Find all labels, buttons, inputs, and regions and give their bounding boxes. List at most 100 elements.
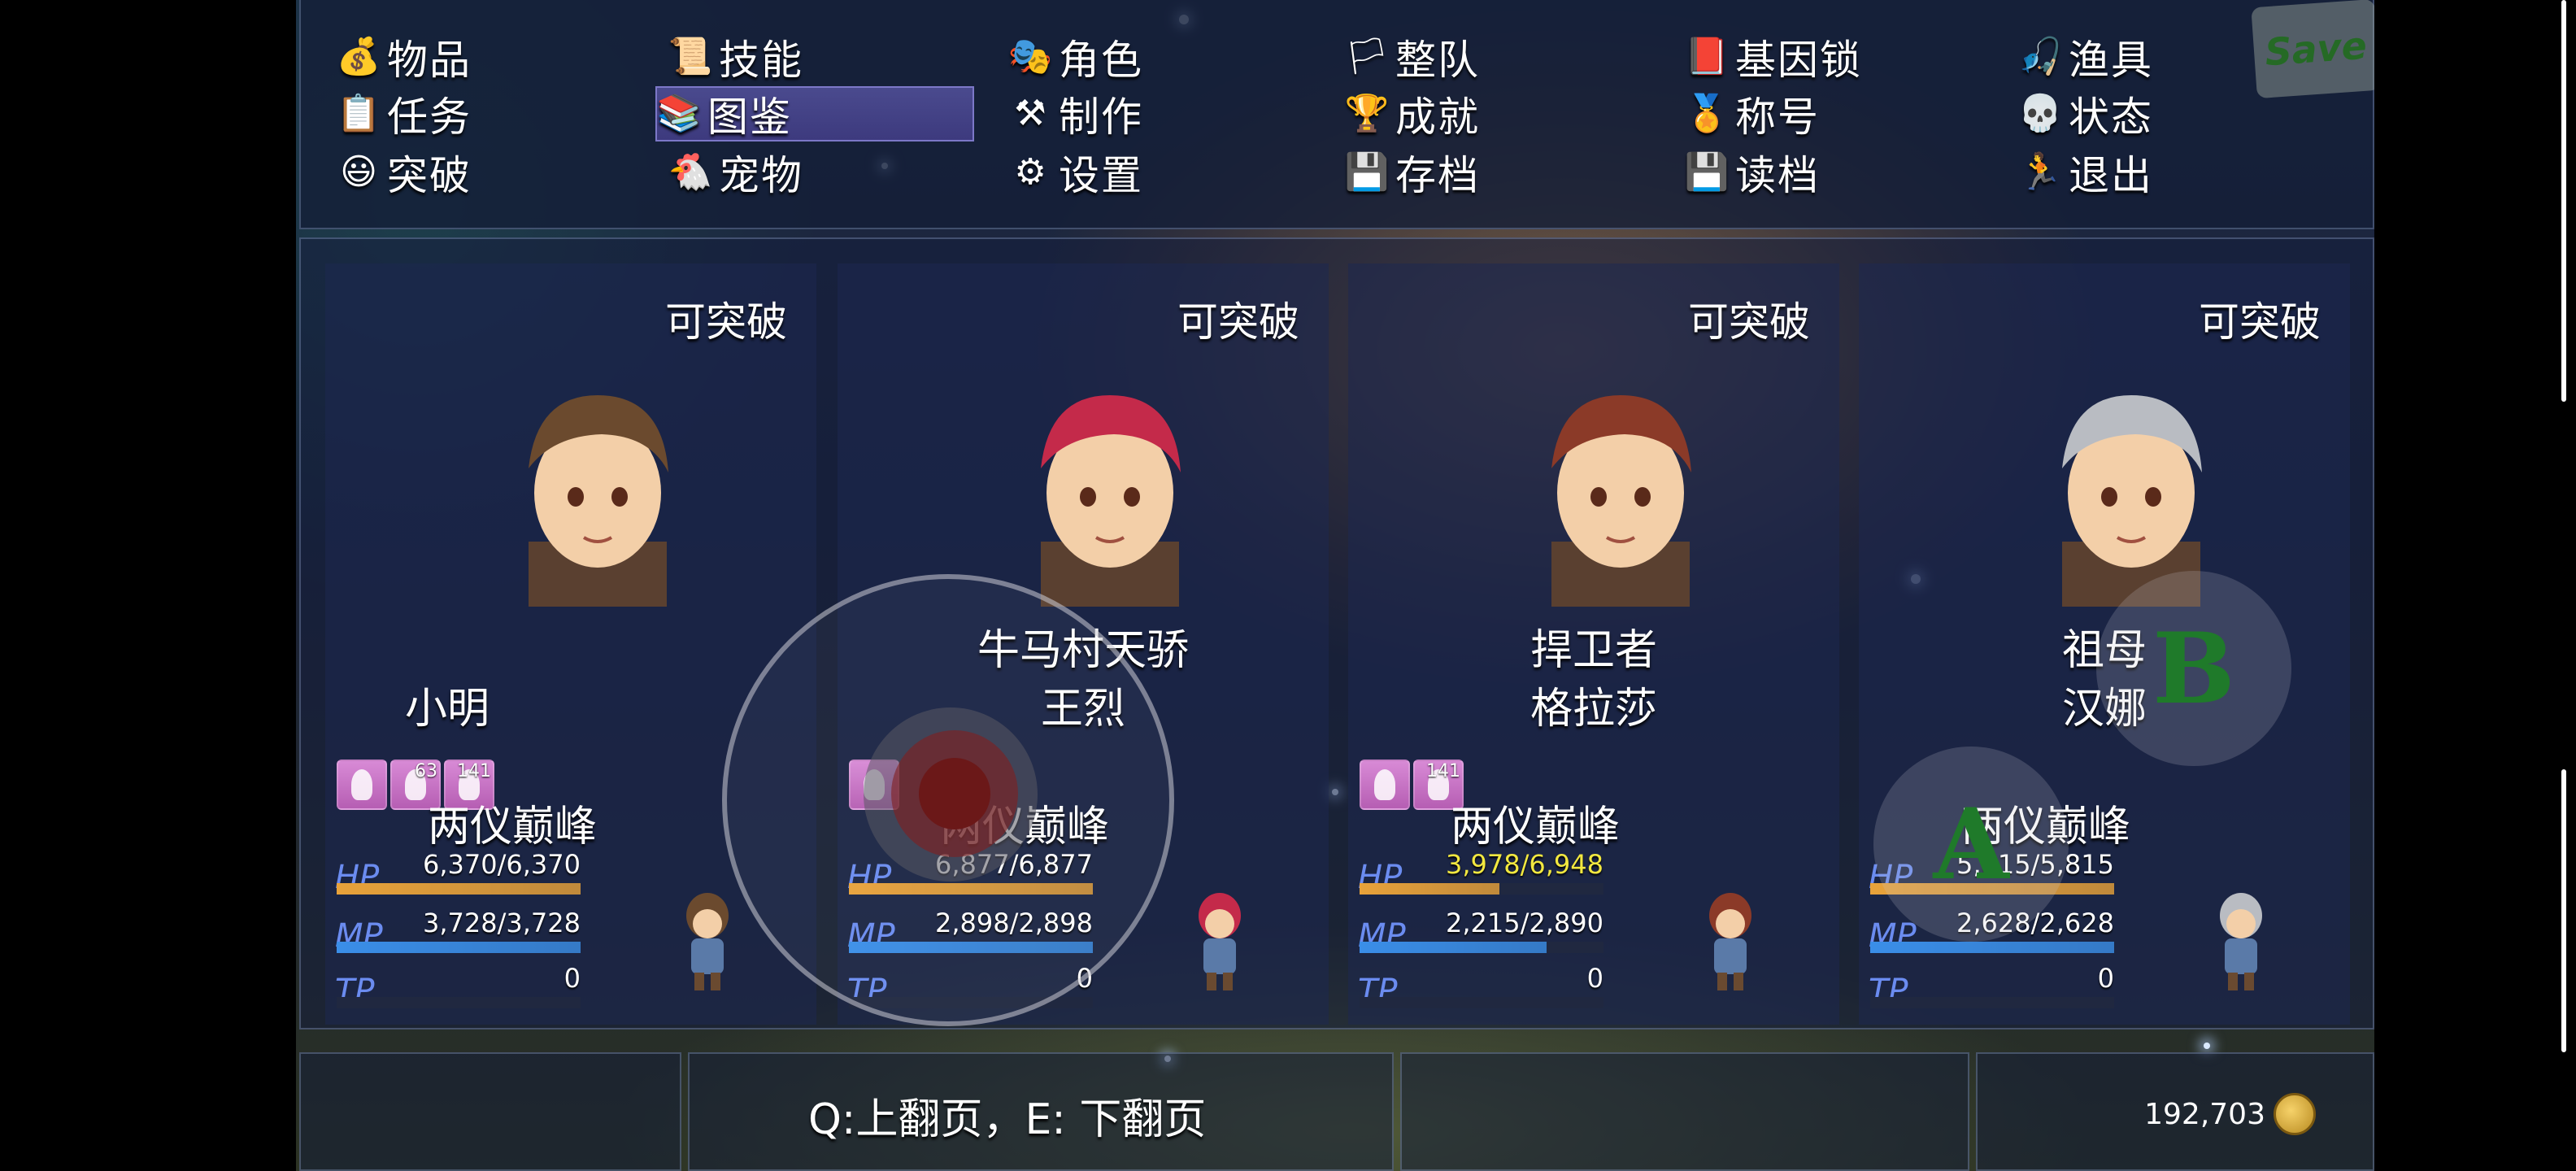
- menu-item[interactable]: 🎭 角色: [1008, 29, 1325, 85]
- menu-item[interactable]: 💰 物品: [337, 29, 654, 85]
- mp-value: 3,728/3,728: [423, 908, 581, 938]
- menu-item-label: 状态: [2069, 94, 2153, 141]
- menu-item[interactable]: 🏅 称号: [1685, 86, 2002, 141]
- gold-display: 192,703: [2144, 1093, 2316, 1135]
- menu-item-label: 渔具: [2069, 37, 2153, 84]
- mp-gauge-fill: [1360, 942, 1547, 953]
- menu-item[interactable]: ⚙ 设置: [1008, 145, 1325, 200]
- mp-value: 2,215/2,890: [1446, 908, 1603, 938]
- breakthrough-status: 可突破: [665, 298, 787, 346]
- menu-item[interactable]: 🏃 退出: [2018, 145, 2335, 200]
- scrollbar-top[interactable]: [2561, 0, 2566, 402]
- menu-item-label: 技能: [719, 37, 803, 84]
- breakthrough-status: 可突破: [1177, 298, 1299, 346]
- character-sprite: [1709, 893, 1751, 990]
- menu-item[interactable]: 😃 突破: [337, 145, 654, 200]
- gear-icon: ⚙: [1014, 151, 1048, 193]
- menu-item-label: 成就: [1395, 94, 1480, 141]
- tp-value: 0: [1586, 963, 1603, 994]
- hp-value: 6,370/6,370: [423, 849, 581, 880]
- character-name: 小明: [404, 685, 490, 734]
- breakthrough-status: 可突破: [2199, 298, 2321, 346]
- menu-item-label: 存档: [1395, 152, 1480, 199]
- footer-cell: [1400, 1052, 1969, 1171]
- theater-mask-icon: 🎭: [1007, 36, 1055, 77]
- tp-gauge: [337, 997, 581, 1008]
- page-flip-hint: Q:上翻页，E: 下翻页: [808, 1095, 1207, 1144]
- chicken-icon: 🐔: [668, 151, 715, 193]
- money-bag-icon: 💰: [336, 36, 383, 77]
- character-title: 捍卫者: [1530, 626, 1657, 675]
- menu-item[interactable]: 📚 图鉴: [655, 86, 974, 141]
- character-name: 格拉莎: [1530, 685, 1657, 734]
- menu-item-label: 称号: [1735, 94, 1820, 141]
- hp-value: 3,978/6,948: [1446, 849, 1603, 880]
- save-button[interactable]: Save: [2251, 0, 2374, 99]
- breakthrough-status: 可突破: [1688, 298, 1810, 346]
- menu-item-label: 突破: [387, 152, 472, 199]
- menu-item[interactable]: 📋 任务: [337, 86, 654, 141]
- state-turns: 141: [1426, 761, 1460, 781]
- gold-coin-icon: [2274, 1093, 2316, 1135]
- star-sparkle: [2204, 1043, 2210, 1049]
- mp-gauge: [1360, 942, 1603, 953]
- virtual-joystick[interactable]: [722, 574, 1174, 1026]
- party-status-panel: 可突破 小明 63 141 两仪巅峰 HP 6,370/6,370 MP 3,728/3…: [299, 237, 2374, 1030]
- menu-item-label: 图鉴: [707, 94, 792, 141]
- menu-item-label: 基因锁: [1735, 37, 1862, 84]
- character-portrait: [2062, 395, 2202, 607]
- encyclopedia-icon: 📚: [656, 93, 703, 134]
- skill-scroll-icon: 📜: [668, 36, 715, 77]
- joystick-knob[interactable]: [919, 758, 990, 829]
- trophy-icon: 🏆: [1344, 93, 1391, 134]
- hp-gauge-fill: [337, 883, 581, 895]
- party-member-card[interactable]: 可突破 捍卫者 格拉莎 141 两仪巅峰 HP 3,978/6,948 MP 2,215…: [1348, 263, 1839, 1025]
- gold-amount: 192,703: [2144, 1097, 2265, 1131]
- menu-item[interactable]: 💾 读档: [1685, 145, 2002, 200]
- hp-gauge: [337, 883, 581, 895]
- button-a-label: A: [1933, 786, 2009, 902]
- virtual-button-b[interactable]: B: [2096, 571, 2291, 766]
- mp-gauge: [1870, 942, 2114, 953]
- menu-item[interactable]: 🐔 宠物: [668, 145, 986, 200]
- menu-item-label: 制作: [1059, 94, 1143, 141]
- character-portrait: [529, 395, 668, 607]
- floppy-disk-icon: 💾: [1344, 151, 1391, 193]
- book-icon: 📕: [1684, 36, 1731, 77]
- menu-item-label: 整队: [1395, 37, 1480, 84]
- quest-scroll-icon: 📋: [336, 93, 383, 134]
- menu-item[interactable]: 🏳 整队: [1344, 29, 1662, 85]
- menu-item[interactable]: 📕 基因锁: [1685, 29, 2002, 85]
- menu-item-label: 角色: [1059, 37, 1143, 84]
- floppy-disk-icon: 💾: [1684, 151, 1731, 193]
- main-menu: 💰 物品 📜 技能 🎭 角色 🏳 整队 📕 基因锁 🎣 渔具 📋 任务 📚 图鉴 ⚒ 制作 🏆 成就 🏅 称号 💀 状态 😃 突破…: [299, 0, 2374, 229]
- menu-item[interactable]: ⚒ 制作: [1008, 86, 1325, 141]
- mp-gauge: [337, 942, 581, 953]
- virtual-button-a[interactable]: A: [1873, 747, 2069, 942]
- menu-item[interactable]: 💾 存档: [1345, 145, 1662, 200]
- medal-icon: 🏅: [1684, 93, 1731, 134]
- scrollbar-bottom[interactable]: [2561, 769, 2566, 1052]
- menu-item-label: 设置: [1059, 152, 1143, 199]
- menu-item-label: 退出: [2069, 152, 2153, 199]
- menu-item[interactable]: 📜 技能: [668, 29, 986, 85]
- tp-gauge: [1360, 997, 1603, 1008]
- character-portrait: [1551, 395, 1691, 607]
- button-b-label: B: [2152, 611, 2235, 726]
- menu-item[interactable]: 🏆 成就: [1345, 86, 1662, 141]
- character-class: 两仪巅峰: [1450, 803, 1620, 851]
- character-sprite: [1199, 893, 1241, 990]
- running-ninja-icon: 🏃: [2017, 151, 2065, 193]
- party-member-card[interactable]: 可突破 小明 63 141 两仪巅峰 HP 6,370/6,370 MP 3,728/3…: [325, 263, 816, 1025]
- footer-bar: [299, 1052, 2374, 1171]
- character-sprite: [2220, 893, 2262, 990]
- fishing-rod-icon: 🎣: [2017, 36, 2065, 77]
- hp-gauge-fill: [1360, 883, 1499, 895]
- hp-gauge: [1360, 883, 1603, 895]
- skull-icon: 💀: [2017, 93, 2065, 134]
- menu-item-label: 物品: [387, 37, 472, 84]
- state-turns: 141: [457, 761, 491, 781]
- menu-item-label: 任务: [387, 94, 472, 141]
- face-sparkle-icon: 😃: [340, 151, 379, 193]
- flag-icon: 🏳: [1344, 36, 1391, 77]
